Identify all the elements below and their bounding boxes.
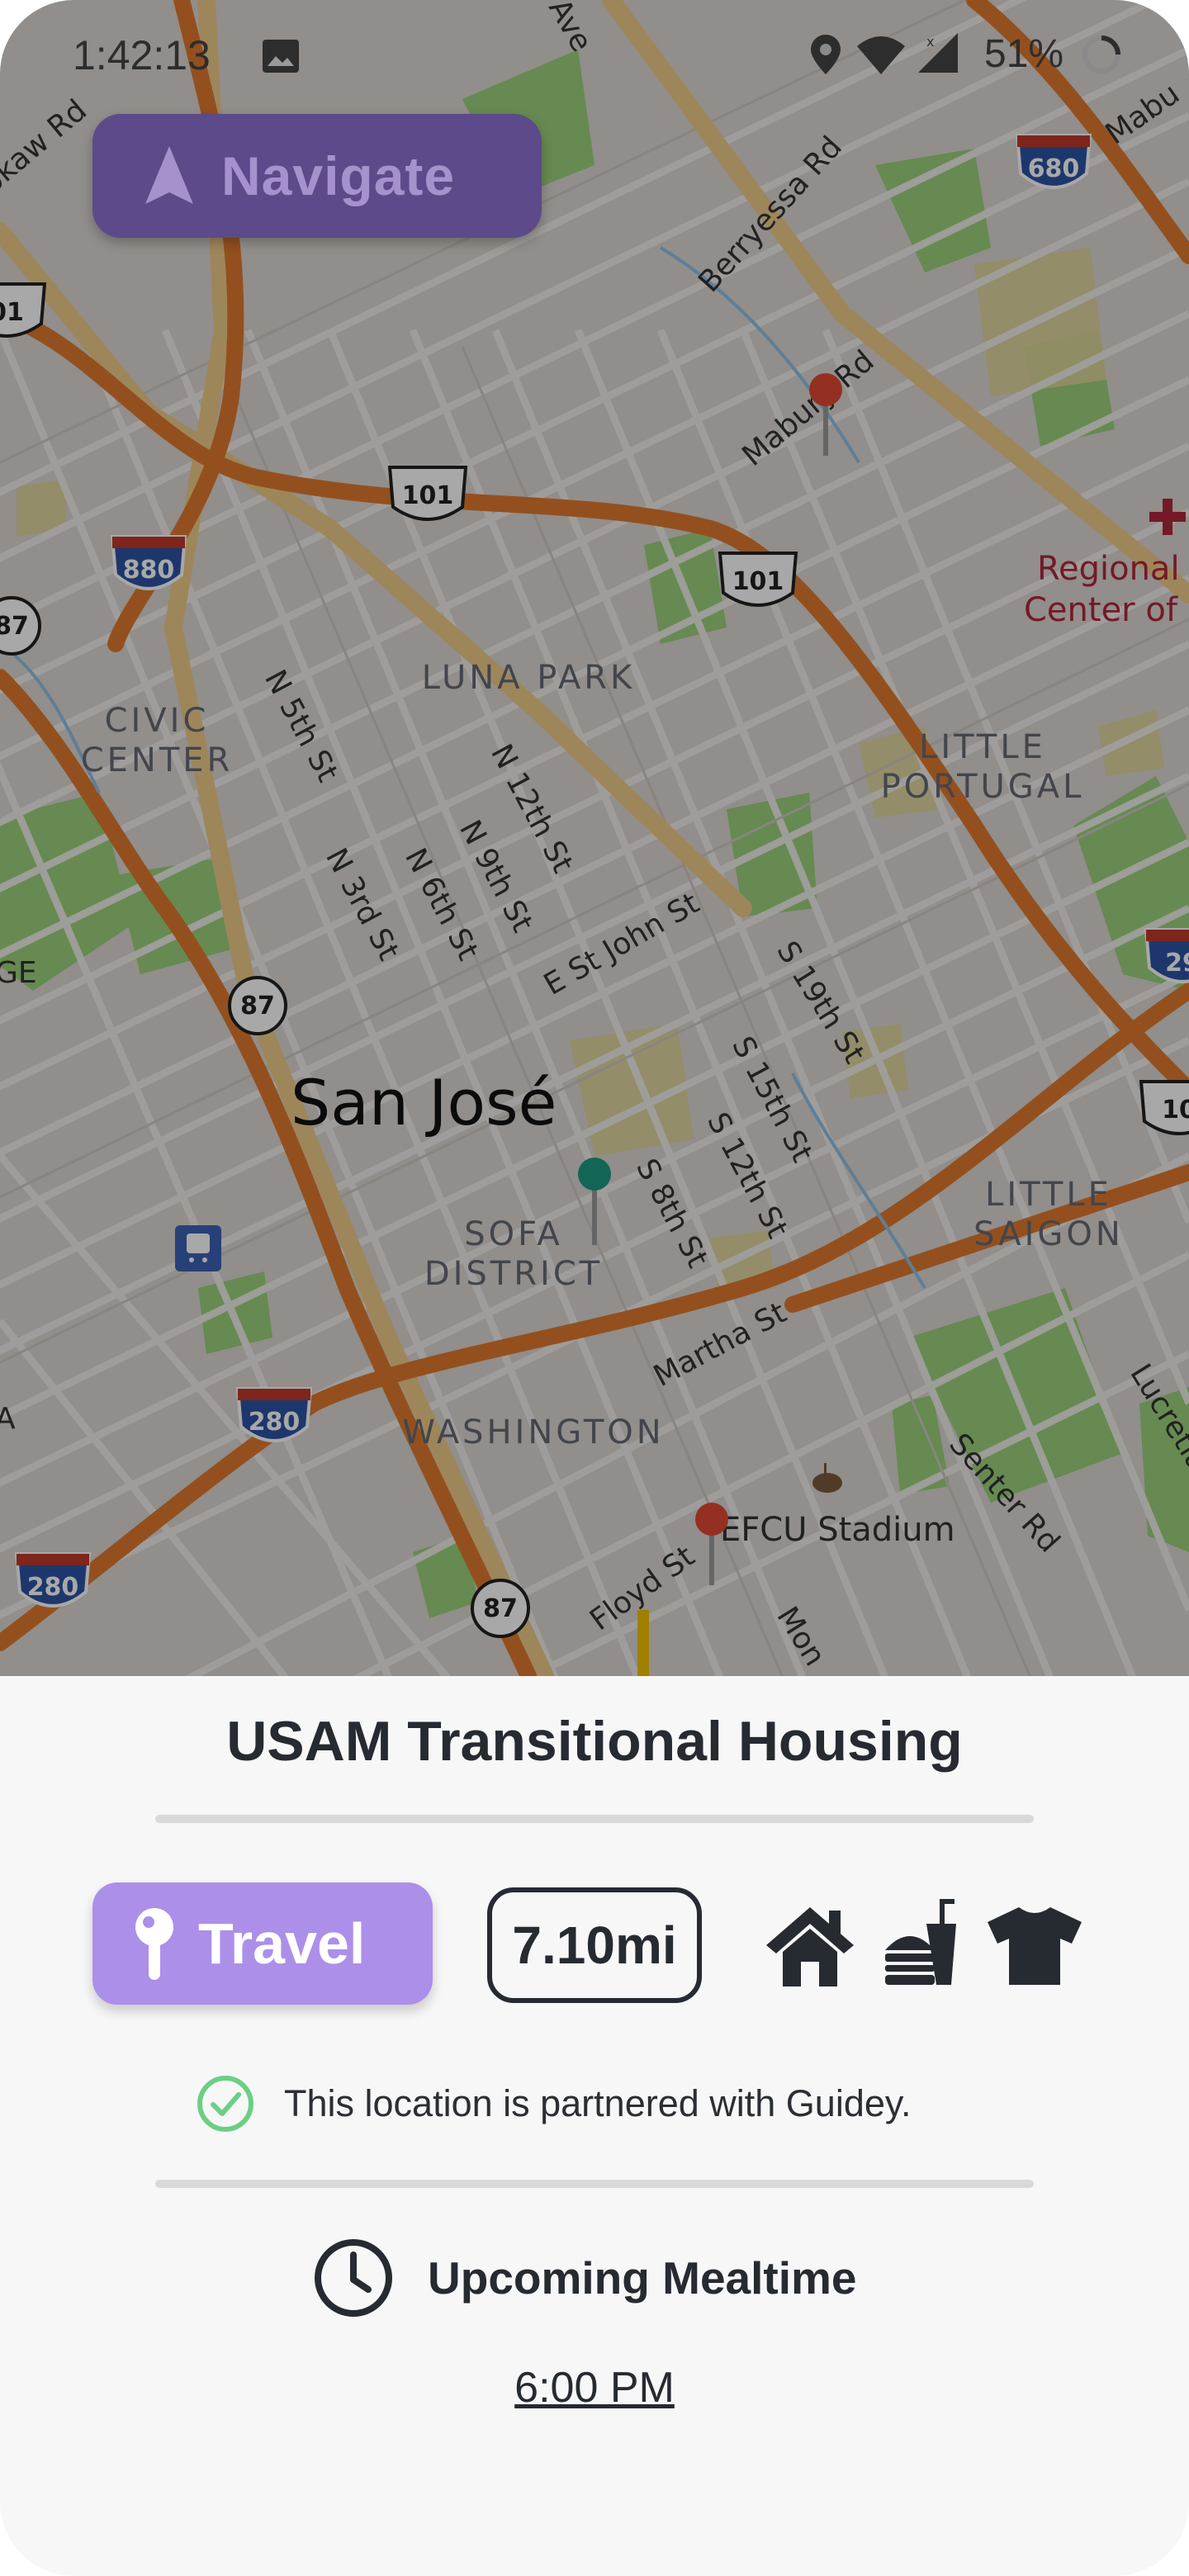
location-icon (811, 35, 841, 74)
district-label: SOFA (464, 1215, 563, 1253)
highway-shield-label: 87 (483, 1594, 518, 1623)
city-label: San José (291, 1066, 557, 1139)
navigate-label: Navigate (221, 145, 456, 206)
pin-icon (135, 1908, 173, 1980)
highway-shield-label: 280 (249, 1408, 301, 1437)
district-label: DISTRICT (424, 1255, 603, 1293)
district-label: LUNA PARK (422, 659, 636, 697)
street-label: A (0, 1402, 16, 1436)
food-icon (885, 1899, 956, 1985)
district-label: LITTLE (985, 1176, 1112, 1214)
district-label: WASHINGTON (402, 1413, 664, 1451)
distance-badge: 7.10mi (487, 1887, 702, 2003)
app-screen: 101 101 880 87 87 680 280 280 87 29 10 0… (0, 0, 1189, 2576)
district-label: CENTER (81, 741, 234, 779)
highway-shield-label: 01 (0, 298, 24, 327)
check-circle-icon (197, 2076, 253, 2132)
district-label: SAIGON (973, 1215, 1124, 1253)
svg-text:x: x (926, 34, 934, 50)
clock-icon (315, 2239, 392, 2317)
street-label: GE (0, 956, 37, 990)
highway-shield-label: 87 (240, 992, 275, 1020)
wifi-icon (857, 36, 905, 74)
district-label: LITTLE (919, 728, 1046, 766)
highway-shield-label: 101 (732, 567, 784, 596)
highway-shield-label: 10 (1162, 1096, 1189, 1125)
highway-shield-label: 880 (123, 556, 175, 585)
highway-shield-label: 29 (1165, 949, 1189, 978)
divider (155, 1815, 1034, 1823)
location-title: USAM Transitional Housing (226, 1710, 963, 1773)
mealtime-link[interactable]: 6:00 PM (0, 2363, 1189, 2413)
district-label: CIVIC (105, 702, 210, 740)
highway-shield-label: 680 (1028, 154, 1080, 183)
navigation-arrow-icon (145, 146, 193, 204)
navigate-button[interactable]: Navigate (92, 114, 542, 238)
clothing-icon (988, 1907, 1082, 1985)
battery-percent: 51% (984, 32, 1064, 76)
highway-shield-label: 101 (402, 481, 454, 510)
signal-icon: x (918, 33, 958, 73)
partner-text: This location is partnered with Guidey. (284, 2082, 912, 2124)
highway-shield-label: 87 (0, 612, 29, 641)
travel-label: Travel (198, 1911, 366, 1976)
poi-label: Center of S (1024, 591, 1189, 629)
location-details-sheet: USAM Transitional Housing Travel 7.10mi (0, 1676, 1189, 2576)
house-icon (766, 1907, 854, 1986)
highway-shield-label: 280 (27, 1573, 79, 1602)
divider (155, 2180, 1034, 2188)
transit-station-icon (175, 1225, 221, 1271)
status-bar: 1:42:13 x 51% (0, 0, 1189, 116)
upcoming-mealtime-header: Upcoming Mealtime (312, 2233, 857, 2323)
district-label: PORTUGAL (881, 768, 1085, 806)
map-view[interactable]: 101 101 880 87 87 680 280 280 87 29 10 0… (0, 0, 1189, 1676)
partner-notice: This location is partnered with Guidey. (197, 2071, 1022, 2137)
status-time: 1:42:13 (73, 32, 211, 78)
travel-button[interactable]: Travel (92, 1882, 433, 2005)
upcoming-mealtime-label: Upcoming Mealtime (428, 2252, 857, 2304)
poi-label: EFCU Stadium (720, 1511, 955, 1549)
image-icon (263, 40, 299, 73)
battery-ring-icon (1082, 36, 1120, 73)
poi-label: Regional (1037, 550, 1180, 588)
